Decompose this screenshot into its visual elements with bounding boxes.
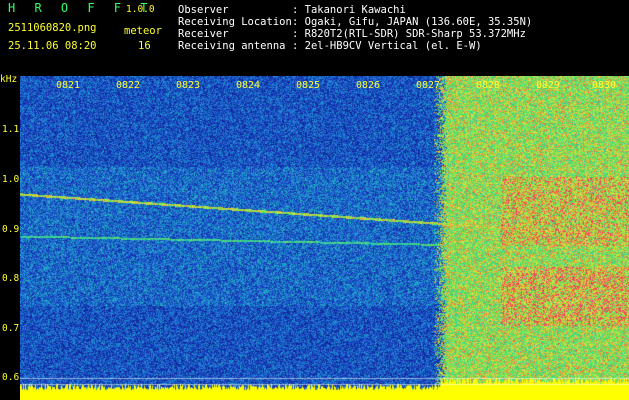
- y-tick: 0.7: [2, 323, 20, 334]
- x-tick: 0826: [356, 80, 381, 91]
- x-tick: 0822: [116, 80, 141, 91]
- x-tick: 0821: [56, 80, 81, 91]
- x-tick: 0830: [592, 80, 617, 91]
- x-tick: 0823: [176, 80, 201, 91]
- info-value-antenna: : 2el-HB9CV Vertical (el. E-W): [292, 40, 482, 52]
- info-label-antenna: Receiving antenna: [178, 40, 286, 52]
- x-tick: 0827: [416, 80, 441, 91]
- date-time: 25.11.06 08:20: [8, 40, 97, 52]
- y-tick: 0.9: [2, 224, 20, 235]
- app-version: 1.0.0: [126, 4, 155, 15]
- info-value-receiver: : R820T2(RTL-SDR) SDR-Sharp 53.372MHz: [292, 28, 526, 40]
- x-tick: 0824: [236, 80, 261, 91]
- y-tick: 1.0: [2, 174, 20, 185]
- info-value-location: : Ogaki, Gifu, JAPAN (136.60E, 35.35N): [292, 16, 533, 28]
- y-tick: 0.6: [2, 372, 20, 383]
- x-tick: 0829: [536, 80, 561, 91]
- info-value-observer: : Takanori Kawachi: [292, 4, 406, 16]
- meteor-count: 16: [138, 40, 151, 52]
- y-axis-unit: kHz: [0, 74, 18, 85]
- x-tick: 0828: [476, 80, 501, 91]
- x-tick: 0825: [296, 80, 321, 91]
- y-tick: 0.8: [2, 273, 20, 284]
- spectrogram-canvas: [20, 76, 629, 400]
- info-label-receiver: Receiver: [178, 28, 229, 40]
- file-name: 2511060820.png: [8, 22, 97, 34]
- info-label-location: Receiving Location: [178, 16, 292, 28]
- meteor-label: meteor: [124, 25, 162, 37]
- info-label-observer: Observer: [178, 4, 229, 16]
- header-panel: H R O F F T 1.0.0 2511060820.png meteor …: [0, 0, 629, 76]
- y-tick: 1.1: [2, 124, 20, 135]
